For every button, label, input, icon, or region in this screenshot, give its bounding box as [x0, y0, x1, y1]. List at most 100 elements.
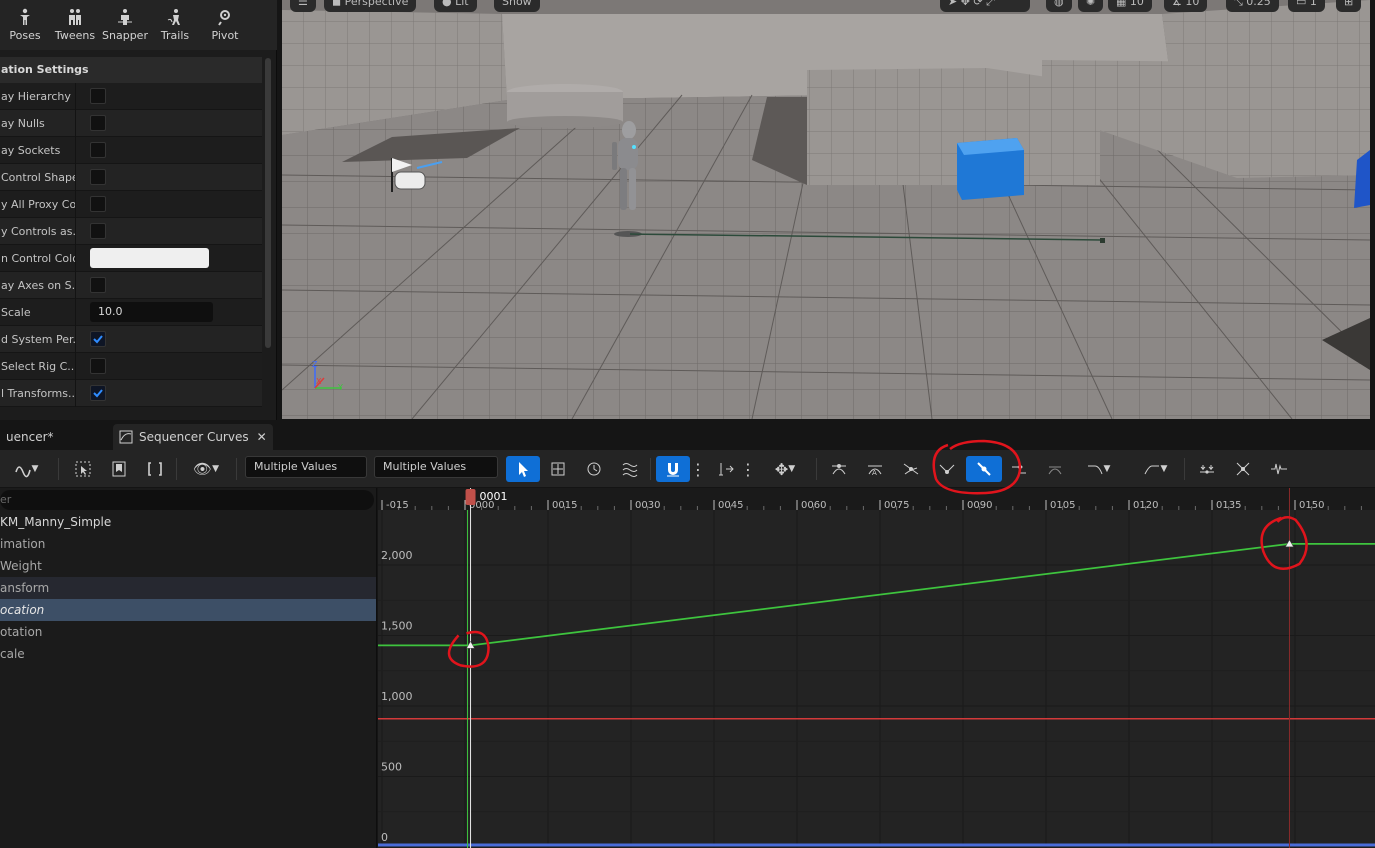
pivot-button[interactable]: Pivot — [200, 0, 250, 50]
tree-item-weight[interactable]: Weight — [0, 555, 376, 577]
system-persistence-checkbox[interactable] — [90, 331, 106, 347]
scale-snap-button[interactable]: ⤡ 0.25 — [1226, 0, 1279, 12]
cursor-icon — [519, 462, 528, 477]
ruler-tick-label: -015 — [386, 500, 409, 511]
viewport-menu-button[interactable]: ☰ — [290, 0, 316, 12]
tree-item-actor[interactable]: KM_Manny_Simple — [0, 511, 376, 533]
poses-button[interactable]: Poses — [0, 0, 50, 50]
control-color-swatch[interactable] — [90, 248, 209, 268]
chevron-down-icon: ▼ — [1160, 464, 1168, 474]
playhead-handle[interactable] — [465, 489, 476, 505]
check-icon — [93, 335, 103, 344]
snap-value-button[interactable] — [713, 456, 739, 482]
user-tangent-button[interactable] — [898, 456, 924, 482]
grid-snap-button[interactable]: ▦ 10 — [1108, 0, 1152, 12]
flatten-keys-icon — [1200, 465, 1214, 474]
tab-sequencer[interactable]: uencer* — [0, 424, 60, 450]
visibility-dropdown[interactable]: 👁 ▼ — [186, 456, 226, 482]
axes-on-selection-checkbox[interactable] — [90, 277, 106, 293]
post-infinity-dropdown[interactable]: ▼ — [1135, 456, 1175, 482]
linear-interp-button[interactable] — [966, 456, 1002, 482]
display-sockets-checkbox[interactable] — [90, 142, 106, 158]
camera-speed-button[interactable]: ▭ 1 — [1288, 0, 1325, 12]
camera-icon: ▭ — [1296, 0, 1310, 8]
control-shapes-checkbox[interactable] — [90, 169, 106, 185]
y-tick-label: 1,000 — [381, 690, 413, 703]
display-hierarchy-checkbox[interactable] — [90, 88, 106, 104]
close-icon[interactable]: ✕ — [257, 430, 267, 444]
tree-item-animation[interactable]: imation — [0, 533, 376, 555]
auto-tangent-button[interactable] — [826, 456, 852, 482]
setting-label: y All Proxy Co... — [0, 190, 76, 218]
linear-icon — [977, 462, 991, 476]
select-tool-button[interactable] — [506, 456, 540, 482]
transform-tool-button[interactable] — [545, 456, 571, 482]
snap-options-button[interactable]: ⋮ — [690, 456, 706, 482]
flatten-tangent-button[interactable] — [1042, 456, 1068, 482]
settings-row: ay Sockets — [0, 136, 262, 164]
auto-tangent-icon — [832, 464, 846, 475]
snapper-button[interactable]: Snapper — [100, 0, 150, 50]
mode-toolbar: Poses Tweens Snapper Trails Pivot — [0, 0, 277, 50]
proxy-controls-checkbox[interactable] — [90, 196, 106, 212]
curve-editor-icon — [119, 430, 133, 444]
frame-selection-button[interactable] — [106, 456, 132, 482]
controls-as-checkbox[interactable] — [90, 223, 106, 239]
lit-button[interactable]: ● Lit — [434, 0, 477, 12]
constant-icon — [1012, 464, 1026, 474]
surface-snap-toggle[interactable]: ✺ — [1078, 0, 1104, 12]
straighten-tangents-button[interactable] — [1230, 456, 1256, 482]
select-icon[interactable]: ➤ ✥ ⟳ ⤢ — [948, 0, 995, 8]
ruler-tick-label: 0045 — [718, 500, 743, 511]
pivot-icon — [218, 10, 230, 26]
settings-row: y All Proxy Co... — [0, 190, 262, 218]
multi-select-tool-button[interactable] — [617, 456, 643, 482]
curve-graph-canvas[interactable]: 2,0001,5001,0005000-015 0000 0015 0030 0045 0… — [378, 488, 1375, 848]
tree-item-location[interactable]: ocation — [0, 599, 376, 621]
settings-row: ay Axes on S... — [0, 271, 262, 299]
scale-input[interactable]: 10.0 — [90, 302, 213, 322]
axis-snap-dropdown[interactable]: ✥ ▼ — [765, 456, 805, 482]
settings-row: ay Hierarchy — [0, 82, 262, 110]
transform-tools[interactable]: ➤ ✥ ⟳ ⤢ — [940, 0, 1030, 12]
tab-sequencer-curves[interactable]: Sequencer Curves ✕ — [113, 424, 273, 450]
frame-all-button[interactable] — [142, 456, 168, 482]
flatten-keys-button[interactable] — [1194, 456, 1220, 482]
straighten-icon — [1236, 462, 1250, 476]
trails-button[interactable]: Trails — [150, 0, 200, 50]
select-rig-controls-checkbox[interactable] — [90, 358, 106, 374]
zoom-fit-button[interactable] — [70, 456, 96, 482]
tree-item-rotation[interactable]: otation — [0, 621, 376, 643]
tree-item-transform[interactable]: ansform — [0, 577, 376, 599]
tweens-button[interactable]: Tweens — [50, 0, 100, 50]
retime-tool-button[interactable] — [581, 456, 607, 482]
snap-time-button[interactable] — [656, 456, 690, 482]
settings-scrollbar[interactable] — [265, 58, 271, 348]
tree-item-scale[interactable]: cale — [0, 643, 376, 665]
curve-view-mode-dropdown[interactable]: ▼ — [4, 456, 48, 482]
tree-filter-input[interactable]: er — [0, 490, 374, 510]
setting-label: ay Axes on S... — [0, 271, 76, 299]
pre-infinity-dropdown[interactable]: ▼ — [1078, 456, 1118, 482]
poses-icon — [20, 8, 30, 25]
chevron-down-icon: ▼ — [31, 464, 39, 474]
more-vertical-icon: ⋮ — [740, 459, 756, 479]
rotation-snap-button[interactable]: ∡ 10 — [1164, 0, 1208, 12]
trails-icon — [167, 9, 180, 25]
filter-button[interactable] — [1266, 456, 1292, 482]
perspective-button[interactable]: ◼ Perspective — [324, 0, 417, 12]
world-local-toggle[interactable]: ◍ — [1046, 0, 1072, 12]
maximize-button[interactable]: ⊞ — [1336, 0, 1362, 12]
level-viewport[interactable]: Z X Y ☰ ◼ Perspective ● Lit Show ➤ ✥ ⟳ ⤢… — [282, 0, 1370, 419]
show-button[interactable]: Show — [494, 0, 540, 12]
smart-auto-tangent-button[interactable]: A — [862, 456, 888, 482]
key-value-field[interactable]: Multiple Values — [374, 456, 498, 478]
display-nulls-checkbox[interactable] — [90, 115, 106, 131]
ruler-tick-label: 0135 — [1216, 500, 1241, 511]
curve-graph[interactable]: 2,000 1,500 1,000 500 0 -015 0000 0015 0030 0045 0… — [378, 488, 1375, 848]
snap-value-options-button[interactable]: ⋮ — [740, 456, 756, 482]
transforms-checkbox[interactable] — [90, 385, 106, 401]
constant-interp-button[interactable] — [1006, 456, 1032, 482]
time-value-field[interactable]: Multiple Values — [245, 456, 367, 478]
break-tangent-button[interactable] — [934, 456, 960, 482]
